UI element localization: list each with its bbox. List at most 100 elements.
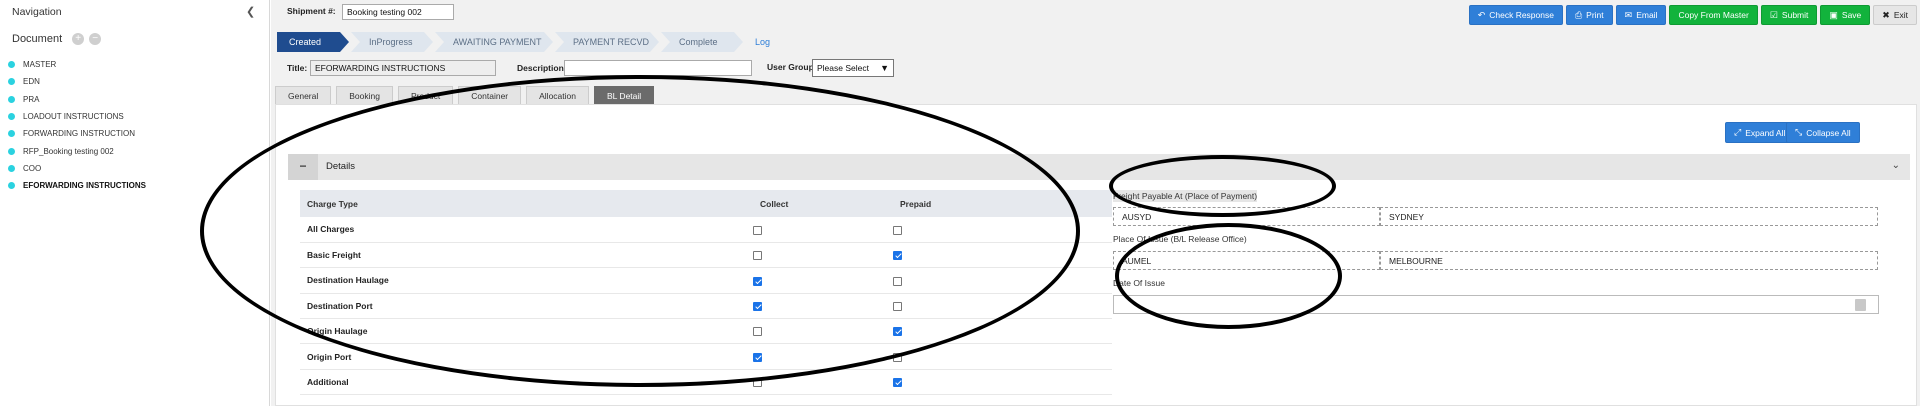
sidebar-item-edn[interactable]: EDN bbox=[8, 73, 146, 90]
tab-allocation[interactable]: Allocation bbox=[526, 86, 589, 104]
details-section-header[interactable]: − Details ⌄ bbox=[288, 154, 1910, 180]
place-of-issue-city-field[interactable]: MELBOURNE bbox=[1380, 251, 1878, 270]
user-group-select[interactable]: Please Select ▼ bbox=[812, 59, 894, 77]
date-of-issue-input[interactable] bbox=[1113, 295, 1879, 314]
table-row: Origin Haulage bbox=[300, 318, 1112, 345]
toolbar: ↶ Check Response ⎙ Print ✉ Email Copy From … bbox=[1468, 5, 1917, 25]
collect-cell bbox=[753, 343, 893, 370]
charge-type-cell: Destination Port bbox=[300, 293, 753, 320]
collect-checkbox[interactable] bbox=[753, 378, 762, 388]
table-row: Additional bbox=[300, 369, 1112, 396]
sidebar-item-loadout-instructions[interactable]: LOADOUT INSTRUCTIONS bbox=[8, 108, 146, 125]
save-button[interactable]: ▣ Save bbox=[1820, 5, 1871, 25]
description-input[interactable] bbox=[564, 60, 752, 76]
step-awaiting-payment: AWAITING PAYMENT bbox=[435, 32, 553, 52]
bullet-icon bbox=[8, 78, 15, 86]
tab-bl-detail[interactable]: BL Detail bbox=[593, 86, 655, 104]
print-button[interactable]: ⎙ Print bbox=[1565, 5, 1613, 25]
calendar-icon[interactable] bbox=[1855, 299, 1866, 311]
email-button[interactable]: ✉ Email bbox=[1615, 5, 1667, 25]
check-response-button[interactable]: ↶ Check Response bbox=[1468, 5, 1563, 25]
collect-checkbox[interactable] bbox=[753, 276, 762, 286]
bullet-icon bbox=[8, 164, 15, 172]
tab-booking[interactable]: Booking bbox=[336, 86, 393, 104]
chevron-down-icon[interactable]: ⌄ bbox=[1892, 160, 1900, 171]
tab-container[interactable]: Container bbox=[458, 86, 522, 104]
table-row: Basic Freight bbox=[300, 242, 1112, 269]
navigation-sidebar: Navigation ❮ Document + − MASTER EDN PRA… bbox=[0, 0, 270, 406]
table-row: All Charges bbox=[300, 217, 1112, 243]
tab-bar: General Booking Product Container Alloca… bbox=[275, 86, 655, 104]
place-of-issue-code-field[interactable]: AUMEL bbox=[1113, 251, 1380, 270]
print-icon: ⎙ bbox=[1574, 9, 1583, 20]
collect-cell bbox=[753, 318, 893, 345]
navigation-title: Navigation bbox=[12, 6, 62, 18]
exit-button[interactable]: ✖ Exit bbox=[1873, 5, 1917, 25]
table-row: Destination Haulage bbox=[300, 267, 1112, 294]
freight-payable-code-field[interactable]: AUSYD bbox=[1113, 207, 1380, 226]
email-icon: ✉ bbox=[1624, 9, 1633, 20]
charge-type-cell: Additional bbox=[300, 369, 753, 396]
tab-general[interactable]: General bbox=[275, 86, 332, 104]
bullet-icon bbox=[8, 113, 15, 121]
collect-cell bbox=[753, 242, 893, 269]
document-list: MASTER EDN PRA LOADOUT INSTRUCTIONS FORW… bbox=[8, 56, 146, 194]
collect-checkbox[interactable] bbox=[753, 251, 762, 261]
document-header: Document + − bbox=[12, 33, 102, 45]
chevron-down-icon: ▼ bbox=[880, 63, 889, 73]
collect-cell bbox=[753, 217, 893, 243]
prepaid-checkbox[interactable] bbox=[893, 276, 902, 286]
freight-payable-label: Freight Payable At (Place of Payment) bbox=[1113, 190, 1258, 202]
sidebar-item-forwarding-instruction[interactable]: FORWARDING INSTRUCTION bbox=[8, 125, 146, 142]
sidebar-item-eforwarding-instructions[interactable]: EFORWARDING INSTRUCTIONS bbox=[8, 177, 146, 194]
collect-cell bbox=[753, 267, 893, 294]
prepaid-checkbox[interactable] bbox=[893, 225, 902, 235]
charge-type-cell: Origin Port bbox=[300, 343, 753, 370]
prepaid-checkbox[interactable] bbox=[893, 301, 902, 311]
prepaid-cell bbox=[893, 217, 1112, 243]
collect-checkbox[interactable] bbox=[753, 352, 762, 362]
date-of-issue-label: Date Of Issue bbox=[1113, 278, 1165, 288]
sidebar-item-rfp-booking[interactable]: RFP_Booking testing 002 bbox=[8, 142, 146, 159]
details-section-title: Details bbox=[326, 161, 356, 172]
collapse-section-icon[interactable]: − bbox=[288, 154, 318, 180]
expand-all-button[interactable]: ⤢ Expand All bbox=[1725, 122, 1795, 143]
charge-type-cell: Destination Haulage bbox=[300, 267, 753, 294]
prepaid-checkbox[interactable] bbox=[893, 352, 902, 362]
add-document-icon[interactable]: + bbox=[72, 33, 85, 45]
prepaid-checkbox[interactable] bbox=[893, 327, 902, 337]
prepaid-cell bbox=[893, 242, 1112, 269]
collapse-sidebar-icon[interactable]: ❮ bbox=[246, 5, 255, 18]
submit-button[interactable]: ☑ Submit bbox=[1760, 5, 1818, 25]
prepaid-cell bbox=[893, 318, 1112, 345]
collect-cell bbox=[753, 293, 893, 320]
step-inprogress: InProgress bbox=[351, 32, 433, 52]
shipment-number-input[interactable] bbox=[342, 4, 454, 20]
sidebar-item-pra[interactable]: PRA bbox=[8, 91, 146, 108]
tab-product[interactable]: Product bbox=[397, 86, 454, 104]
title-input[interactable] bbox=[310, 60, 496, 76]
title-label: Title: bbox=[287, 63, 308, 73]
log-link[interactable]: Log bbox=[755, 37, 770, 47]
save-icon: ▣ bbox=[1829, 9, 1838, 20]
prepaid-cell bbox=[893, 267, 1112, 294]
charge-type-cell: Basic Freight bbox=[300, 242, 753, 269]
collect-checkbox[interactable] bbox=[753, 225, 762, 235]
collapse-all-button[interactable]: ⤡ Collapse All bbox=[1786, 122, 1860, 143]
remove-document-icon[interactable]: − bbox=[89, 33, 102, 45]
sidebar-item-master[interactable]: MASTER bbox=[8, 56, 146, 73]
bullet-icon bbox=[8, 182, 15, 190]
freight-payable-city-field[interactable]: SYDNEY bbox=[1380, 207, 1878, 226]
step-created: Created bbox=[277, 32, 349, 52]
prepaid-checkbox[interactable] bbox=[893, 251, 902, 261]
prepaid-checkbox[interactable] bbox=[893, 378, 902, 388]
prepaid-cell bbox=[893, 343, 1112, 370]
collect-cell bbox=[753, 369, 893, 396]
prepaid-cell bbox=[893, 293, 1112, 320]
collect-checkbox[interactable] bbox=[753, 301, 762, 311]
collect-checkbox[interactable] bbox=[753, 327, 762, 337]
close-icon: ✖ bbox=[1882, 9, 1890, 20]
sidebar-item-coo[interactable]: COO bbox=[8, 160, 146, 177]
reply-icon: ↶ bbox=[1477, 9, 1486, 20]
copy-from-master-button[interactable]: Copy From Master bbox=[1669, 5, 1758, 25]
